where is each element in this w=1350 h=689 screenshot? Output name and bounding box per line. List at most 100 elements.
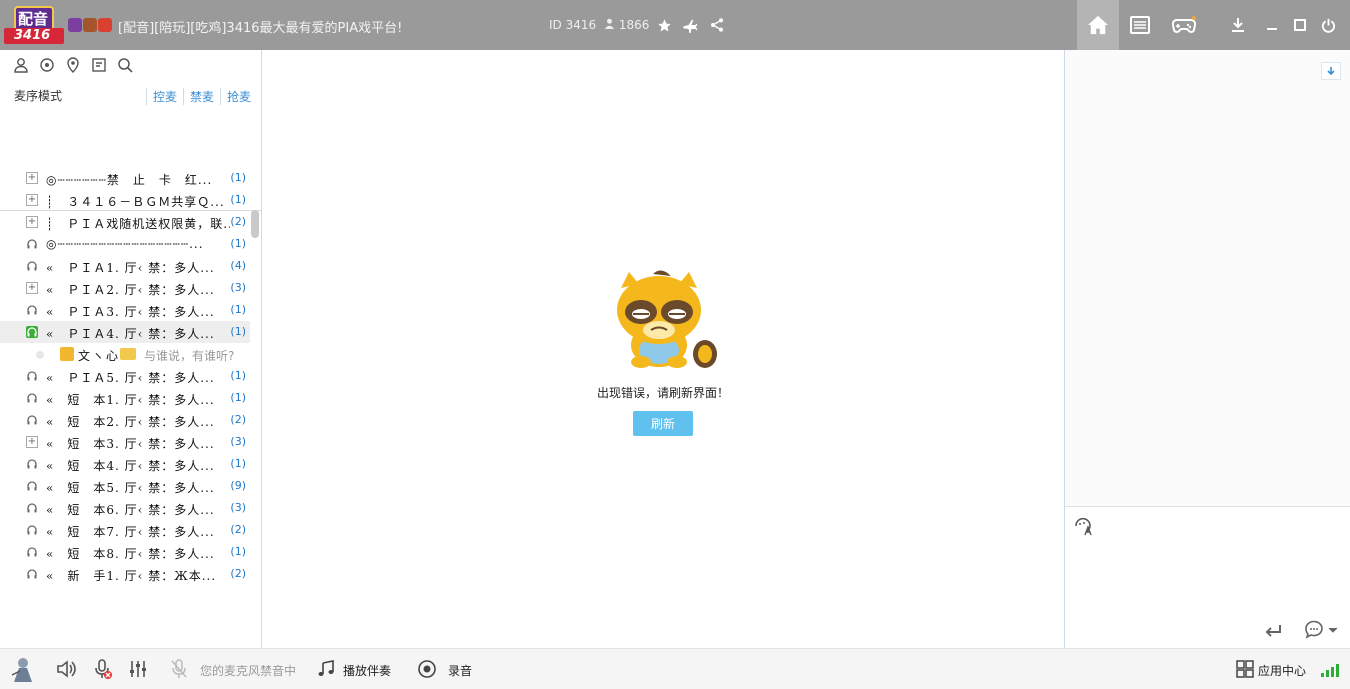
voice-settings-icon[interactable] <box>38 56 56 74</box>
headphone-icon <box>26 524 38 536</box>
channel-row[interactable]: « 短 本7. 厅‹ 禁：多人... (2) <box>0 519 250 541</box>
channel-user-count: (2) <box>230 413 246 426</box>
channel-user-count: (1) <box>230 303 246 316</box>
equalizer-icon[interactable] <box>127 658 149 680</box>
channel-user-count: (1) <box>230 545 246 558</box>
channel-user-count: (9) <box>230 479 246 492</box>
channel-row[interactable]: + ◎┄┄┄┄┄┄禁 止 卡 红... (1) <box>0 167 250 189</box>
signal-strength-icon <box>1321 661 1341 677</box>
channel-row[interactable]: « 新 手1. 厅‹ 禁：Ж本... (2) <box>0 563 250 585</box>
channel-user-count: (1) <box>230 391 246 404</box>
font-style-icon[interactable] <box>1073 516 1093 536</box>
channel-row[interactable]: « 短 本2. 厅‹ 禁：多人... (2) <box>0 409 250 431</box>
minimize-icon <box>1267 28 1277 30</box>
channel-toolbar <box>12 56 134 74</box>
chat-input[interactable] <box>1065 507 1350 648</box>
search-icon[interactable] <box>116 56 134 74</box>
headphone-icon <box>26 458 38 470</box>
badge-icon <box>98 18 112 32</box>
home-nav-button[interactable] <box>1077 0 1119 50</box>
minimize-button[interactable] <box>1262 15 1282 35</box>
channel-row[interactable]: + « 短 本3. 厅‹ 禁：多人... (3) <box>0 431 250 453</box>
channel-user-count: (4) <box>230 259 246 272</box>
favorite-star-icon[interactable] <box>655 16 673 34</box>
control-mic-link[interactable]: 控麦 <box>145 88 177 105</box>
channel-user-count: (1) <box>230 325 246 338</box>
badge-icon <box>83 18 97 32</box>
expand-plus-icon[interactable]: + <box>26 194 38 206</box>
ban-mic-link[interactable]: 禁麦 <box>182 88 214 105</box>
channel-row[interactable]: « 短 本5. 厅‹ 禁：多人... (9) <box>0 475 250 497</box>
headphone-icon <box>26 238 38 250</box>
headphone-icon <box>26 502 38 514</box>
channel-name: « 短 本4. 厅‹ 禁：多人... <box>46 459 215 473</box>
channel-row[interactable]: « ＰＩＡ1. 厅‹ 禁：多人... (4) <box>0 255 250 277</box>
grab-mic-link[interactable]: 抢麦 <box>219 88 251 105</box>
bottom-toolbar: 您的麦克风禁音中 播放伴奏 录音 应用中心 <box>0 648 1350 689</box>
maximize-button[interactable] <box>1290 15 1310 35</box>
avatar[interactable] <box>10 655 36 683</box>
channel-row[interactable]: + ┊ ＰＩＡ戏随机送权限黄，联... (2) <box>0 211 250 233</box>
channel-user-count: (3) <box>230 435 246 448</box>
record-button[interactable]: 录音 <box>448 662 472 679</box>
channel-row[interactable]: « ＰＩＡ3. 厅‹ 禁：多人... (1) <box>0 299 250 321</box>
channel-user-count: (1) <box>230 237 246 250</box>
channel-user-count: (1) <box>230 457 246 470</box>
channel-row[interactable]: « ＰＩＡ5. 厅‹ 禁：多人... (1) <box>0 365 250 387</box>
channel-row[interactable]: + ┊ ３４１６－ＢＧＭ共享Ｑ... (1) <box>0 189 250 211</box>
channel-row[interactable]: « 短 本8. 厅‹ 禁：多人... (1) <box>0 541 250 563</box>
channel-row[interactable]: « 短 本6. 厅‹ 禁：多人... (3) <box>0 497 250 519</box>
app-logo[interactable]: 配音 3416 <box>4 6 64 46</box>
enter-icon[interactable] <box>1263 623 1283 639</box>
share-icon[interactable] <box>708 16 726 34</box>
expand-plus-icon[interactable]: + <box>26 172 38 184</box>
user-manage-icon[interactable] <box>12 56 30 74</box>
channel-name: « 短 本6. 厅‹ 禁：多人... <box>46 503 215 517</box>
title-bar: 配音 3416 [配音][陪玩][吃鸡]3416最大最有爱的PIA戏平台! ID… <box>0 0 1350 50</box>
channel-name: « 短 本2. 厅‹ 禁：多人... <box>46 415 215 429</box>
channel-user-count: (3) <box>230 281 246 294</box>
headphone-icon <box>26 326 38 338</box>
game-nav-button[interactable] <box>1163 0 1205 50</box>
mic-controls: 控麦 禁麦 抢麦 <box>140 88 251 105</box>
location-icon[interactable] <box>64 56 82 74</box>
expand-plus-icon[interactable]: + <box>26 216 38 228</box>
expand-plus-icon[interactable]: + <box>26 436 38 448</box>
plane-icon[interactable] <box>681 16 699 34</box>
channel-row[interactable]: « 短 本4. 厅‹ 禁：多人... (1) <box>0 453 250 475</box>
music-note-icon[interactable] <box>315 658 337 680</box>
channel-name: « 短 本5. 厅‹ 禁：多人... <box>46 481 215 495</box>
room-title: [配音][陪玩][吃鸡]3416最大最有爱的PIA戏平台! <box>118 21 403 36</box>
speaker-icon[interactable] <box>55 658 77 680</box>
scroll-to-bottom-button[interactable] <box>1321 62 1341 80</box>
play-accompaniment-button[interactable]: 播放伴奏 <box>343 662 391 679</box>
channel-row[interactable]: « ＰＩＡ4. 厅‹ 禁：多人... (1) <box>0 321 250 343</box>
headphone-icon <box>26 480 38 492</box>
channel-name: « 新 手1. 厅‹ 禁：Ж本... <box>46 569 217 583</box>
download-button[interactable] <box>1228 15 1248 35</box>
chat-mode-dropdown[interactable] <box>1303 620 1339 640</box>
channel-row[interactable]: + « ＰＩＡ2. 厅‹ 禁：多人... (3) <box>0 277 250 299</box>
expand-plus-icon[interactable]: + <box>26 282 38 294</box>
main-content: 出现错误，请刷新界面！ 刷新 <box>263 50 1064 648</box>
power-button[interactable] <box>1318 15 1338 35</box>
channel-scrollbar[interactable] <box>251 210 259 238</box>
channel-name: « ＰＩＡ4. 厅‹ 禁：多人... <box>46 327 215 341</box>
speech-bubble-icon <box>1305 620 1338 639</box>
channel-name: « 短 本8. 厅‹ 禁：多人... <box>46 547 215 561</box>
download-icon <box>1232 18 1244 32</box>
channel-row[interactable]: « 短 本1. 厅‹ 禁：多人... (1) <box>0 387 250 409</box>
notice-icon[interactable] <box>90 56 108 74</box>
app-center-button[interactable]: 应用中心 <box>1258 662 1306 679</box>
channel-user[interactable]: 文ヽ心 与谁说，有谁听? <box>0 343 250 365</box>
record-icon[interactable] <box>416 658 438 680</box>
headphone-icon <box>26 392 38 404</box>
headphone-icon <box>26 304 38 316</box>
refresh-button[interactable]: 刷新 <box>633 411 693 436</box>
app-center-icon[interactable] <box>1234 658 1256 680</box>
channel-row[interactable]: ◎┄┄┄┄┄┄┄┄┄┄┄┄┄┄┄┄... (1) <box>0 233 250 255</box>
channel-name: « 短 本3. 厅‹ 禁：多人... <box>46 437 215 451</box>
badge-icon <box>68 18 82 32</box>
list-nav-button[interactable] <box>1119 0 1161 50</box>
microphone-muted-icon[interactable] <box>92 658 114 680</box>
